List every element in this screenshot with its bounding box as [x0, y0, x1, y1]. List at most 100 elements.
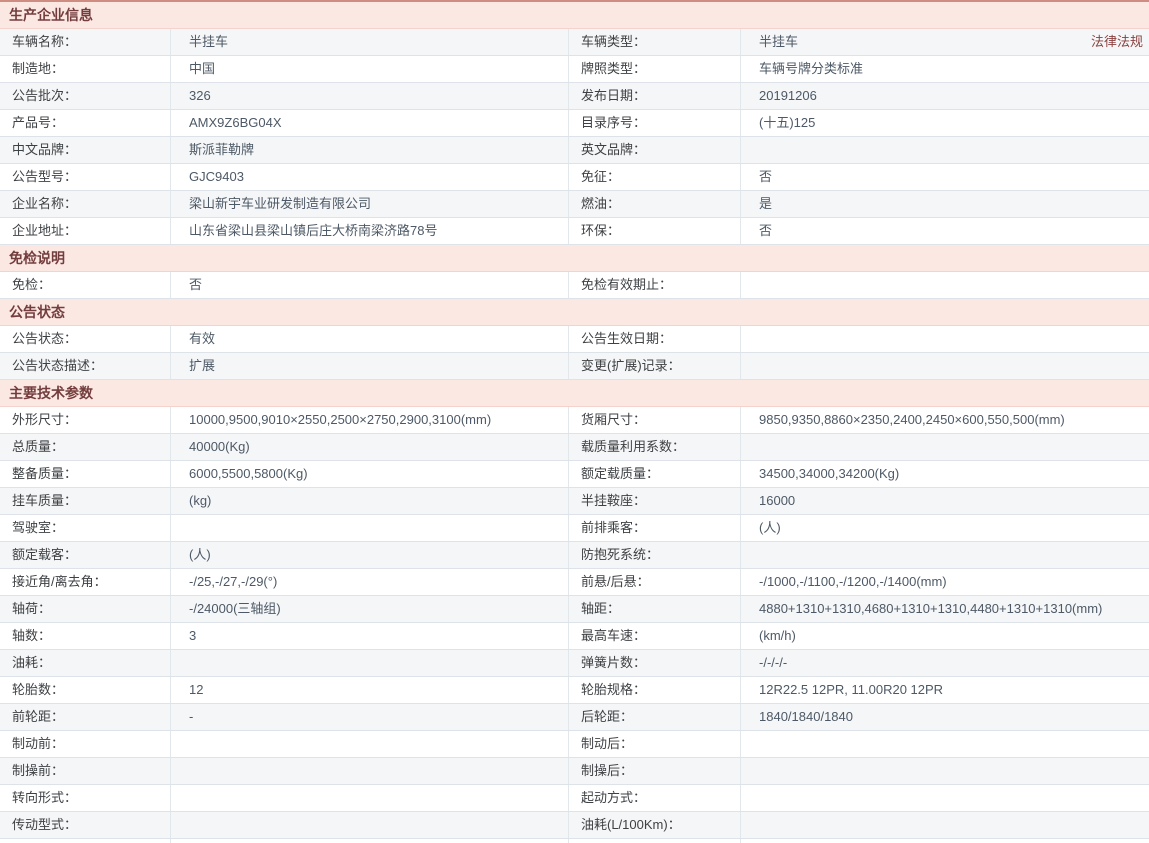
field-label: 传动型式：	[0, 812, 170, 838]
field-label: 中文品牌：	[0, 137, 170, 163]
field-label-text: 轴距：	[581, 601, 621, 616]
field-label: 企业地址：	[0, 218, 170, 244]
field-label-text: 制操后：	[581, 763, 634, 778]
field-value: -/-/-/-	[740, 650, 1149, 676]
field-label-text: 公告生效日期：	[581, 331, 673, 346]
field-value	[170, 731, 568, 757]
section-header: 主要技术参数	[0, 380, 1149, 407]
field-label: 总质量：	[0, 434, 170, 460]
field-label-text: 外形尺寸：	[12, 412, 78, 427]
field-value: (人)	[170, 542, 568, 568]
table-row: 整备质量： 6000,5500,5800(Kg) 额定载质量： 34500,34000…	[0, 461, 1149, 488]
field-value	[170, 812, 568, 838]
field-value	[740, 812, 1149, 838]
field-value-text: 40000(Kg)	[189, 439, 250, 454]
field-value-text: -/25,-/27,-/29(°)	[189, 574, 278, 589]
field-value: 4880+1310+1310,4680+1310+1310,4480+1310+…	[740, 596, 1149, 622]
field-value: (km/h)	[740, 623, 1149, 649]
field-label-text: 后轮距：	[581, 709, 634, 724]
field-value-text: (km/h)	[759, 628, 796, 643]
field-label-text: 弹簧片数：	[581, 655, 647, 670]
field-value: 20191206	[740, 83, 1149, 109]
field-label: 起动方式：	[568, 785, 740, 811]
field-label: 公告状态：	[0, 326, 170, 352]
field-value-text: -/-/-/-	[759, 655, 788, 670]
table-row: 制动前： 制动后：	[0, 731, 1149, 758]
field-label-text: 中文品牌：	[12, 142, 78, 157]
field-value	[740, 731, 1149, 757]
field-label-text: 整备质量：	[12, 466, 78, 481]
field-value: 否	[170, 272, 568, 298]
field-label-text: 前悬/后悬：	[581, 574, 650, 589]
field-label-text: 驾驶室：	[12, 520, 65, 535]
table-row: 公告型号： GJC9403 免征： 否	[0, 164, 1149, 191]
table-row: 驾驶室： 前排乘客： (人)	[0, 515, 1149, 542]
field-label: 免检有效期止：	[568, 272, 740, 298]
field-value: 斯派菲勒牌	[170, 137, 568, 163]
field-value: 3	[170, 623, 568, 649]
table-row: 制造地： 中国 牌照类型： 车辆号牌分类标准	[0, 56, 1149, 83]
field-label: 轮胎规格：	[568, 677, 740, 703]
field-value-text: 否	[759, 169, 773, 184]
field-value: 半挂车	[170, 29, 568, 55]
field-value-text: 12	[189, 682, 204, 697]
field-label: 燃油：	[568, 191, 740, 217]
vehicle-announcement-page: 生产企业信息 车辆名称： 半挂车 车辆类型： 半挂车 法律法规 制造地： 中国 牌照类型： 车辆号…	[0, 0, 1149, 843]
field-label-text: 目录序号：	[581, 115, 647, 130]
field-label-text: 环保：	[581, 223, 621, 238]
law-regulations-link[interactable]: 法律法规	[1091, 29, 1149, 55]
field-label-text: 燃油：	[581, 196, 621, 211]
field-value: 9850,9350,8860×2350,2400,2450×600,550,50…	[740, 407, 1149, 433]
field-label-text: 企业名称：	[12, 196, 78, 211]
field-value: 1840/1840/1840	[740, 704, 1149, 730]
field-label-text: 制动后：	[581, 736, 634, 751]
table-row: 轴荷： -/24000(三轴组) 轴距： 4880+1310+1310,4680+13…	[0, 596, 1149, 623]
field-label: 外形尺寸：	[0, 407, 170, 433]
field-label-text: 企业地址：	[12, 223, 78, 238]
table-row: 企业名称： 梁山新宇车业研发制造有限公司 燃油： 是	[0, 191, 1149, 218]
partial-cell	[740, 839, 1149, 843]
table-row: 制操前： 制操后：	[0, 758, 1149, 785]
table-row: 公告状态描述： 扩展 变更(扩展)记录：	[0, 353, 1149, 380]
field-label: 挂车质量：	[0, 488, 170, 514]
field-value: 34500,34000,34200(Kg)	[740, 461, 1149, 487]
field-label: 油耗(L/100Km)：	[568, 812, 740, 838]
field-label: 轮胎数：	[0, 677, 170, 703]
field-value: 半挂车 法律法规	[740, 29, 1149, 55]
field-label: 前轮距：	[0, 704, 170, 730]
field-value	[740, 785, 1149, 811]
field-value-text: AMX9Z6BG04X	[189, 115, 282, 130]
field-label: 车辆类型：	[568, 29, 740, 55]
field-label: 环保：	[568, 218, 740, 244]
field-label-text: 油耗(L/100Km)：	[581, 817, 681, 832]
field-label: 制操后：	[568, 758, 740, 784]
field-label-text: 货厢尺寸：	[581, 412, 647, 427]
field-label-text: 半挂鞍座：	[581, 493, 647, 508]
table-row: 油耗： 弹簧片数： -/-/-/-	[0, 650, 1149, 677]
field-value	[740, 542, 1149, 568]
field-value-text: 半挂车	[759, 34, 799, 49]
field-value: 10000,9500,9010×2550,2500×2750,2900,3100…	[170, 407, 568, 433]
field-value-text: 10000,9500,9010×2550,2500×2750,2900,3100…	[189, 412, 492, 427]
field-value	[740, 434, 1149, 460]
field-value-text: (十五)125	[759, 115, 816, 130]
table-row: 外形尺寸： 10000,9500,9010×2550,2500×2750,2900…	[0, 407, 1149, 434]
field-value-text: 34500,34000,34200(Kg)	[759, 466, 900, 481]
section-header: 公告状态	[0, 299, 1149, 326]
section-title: 免检说明	[9, 250, 65, 266]
field-value-text: 16000	[759, 493, 796, 508]
field-label-text: 轴数：	[12, 628, 52, 643]
field-label-text: 轮胎数：	[12, 682, 65, 697]
partial-cell	[0, 839, 170, 843]
field-value-text: 4880+1310+1310,4680+1310+1310,4480+1310+…	[759, 601, 1103, 616]
field-value: 有效	[170, 326, 568, 352]
field-label: 制动前：	[0, 731, 170, 757]
field-label: 油耗：	[0, 650, 170, 676]
table-row: 额定载客： (人) 防抱死系统：	[0, 542, 1149, 569]
field-value-text: (人)	[759, 520, 781, 535]
field-value: 326	[170, 83, 568, 109]
table-row: 前轮距： - 后轮距： 1840/1840/1840	[0, 704, 1149, 731]
field-value: 山东省梁山县梁山镇后庄大桥南梁济路78号	[170, 218, 568, 244]
field-value: 是	[740, 191, 1149, 217]
field-value: 否	[740, 218, 1149, 244]
